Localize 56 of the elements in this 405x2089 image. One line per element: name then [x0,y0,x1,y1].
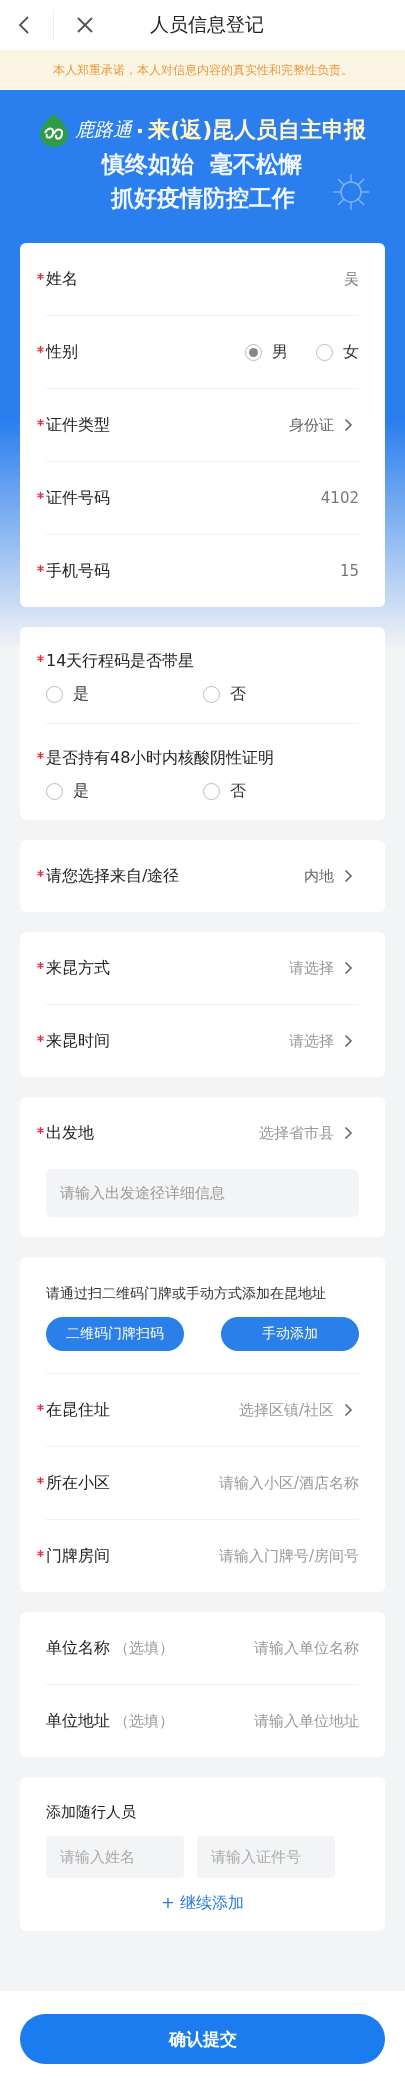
logo-icon [38,113,69,147]
field-label: 所在小区 [46,1472,110,1494]
section-title: 添加随行人员 [46,1803,137,1822]
page-title: 人员信息登记 [150,12,264,37]
detail-field[interactable]: 请输入出发途径详细信息 [46,1169,359,1217]
text-field[interactable]: 请输入小区/酒店名称 [189,1474,359,1492]
banner-title: 来(返)昆人员自主申报 [148,116,367,144]
close-icon[interactable] [76,16,94,34]
field-label: 门牌房间 [46,1545,110,1567]
separator-dot: · [135,117,145,143]
field-label: 证件号码 [46,487,110,509]
radio-option[interactable]: 是 [46,781,203,802]
field-label: 在昆住址 [46,1399,110,1421]
text-field[interactable]: 请输入单位地址 [189,1712,359,1730]
picker-field[interactable]: 内地 [304,866,359,886]
optional-hint: （选填） [114,1711,174,1731]
field-label: 请您选择来自/途径 [46,865,180,887]
picker-field[interactable]: 身份证 [289,415,359,435]
instruction-text: 请通过扫二维码门牌或手动方式添加在昆地址 [46,1285,326,1301]
radio-option[interactable]: 女 [316,341,359,363]
field-label: 性别 [46,341,78,363]
radio-option[interactable]: 否 [202,781,359,802]
field-label: 来昆时间 [46,1030,110,1052]
action-button[interactable]: 手动添加 [221,1317,359,1351]
question-label: 是否持有48小时内核酸阴性证明 [46,748,275,767]
radio-option[interactable]: 是 [46,684,203,705]
submit-button[interactable]: 确认提交 [20,2014,385,2064]
radio-option[interactable]: 男 [245,341,288,363]
field-label: 手机号码 [46,560,110,582]
text-field[interactable]: 请输入门牌号/房间号 [189,1547,359,1565]
field-label: 单位名称 [46,1637,110,1659]
field-label: 出发地 [46,1122,94,1144]
picker-field[interactable]: 请选择 [289,1031,359,1051]
slogan: 慎终如始 毫不松懈 [102,150,303,179]
question-label: 14天行程码是否带星 [46,651,195,670]
optional-hint: （选填） [114,1638,174,1658]
text-field[interactable]: 4102 [189,489,359,507]
add-more-link[interactable]: + 继续添加 [155,1892,250,1915]
field-label: 证件类型 [46,414,110,436]
slogan: 抓好疫情防控工作 [110,184,295,213]
text-field[interactable]: 吴 [189,270,359,288]
field-label: 姓名 [46,268,78,290]
text-field[interactable]: 请输入证件号 [197,1836,335,1878]
text-field[interactable]: 15 [189,562,359,580]
radio-option[interactable]: 否 [202,684,359,705]
notice-bar: 本人郑重承诺，本人对信息内容的真实性和完整性负责。 [0,50,405,90]
picker-field[interactable]: 选择区镇/社区 [238,1400,359,1420]
text-field[interactable]: 请输入单位名称 [189,1639,359,1657]
field-label: 单位地址 [46,1710,110,1732]
picker-field[interactable]: 选择省市县 [259,1123,359,1143]
picker-field[interactable]: 请选择 [289,958,359,978]
brand-name: 鹿路通 [74,117,132,142]
text-field[interactable]: 请输入姓名 [46,1836,184,1878]
action-button[interactable]: 二维码门牌扫码 [46,1317,184,1351]
field-label: 来昆方式 [46,957,110,979]
back-icon[interactable] [18,15,30,35]
